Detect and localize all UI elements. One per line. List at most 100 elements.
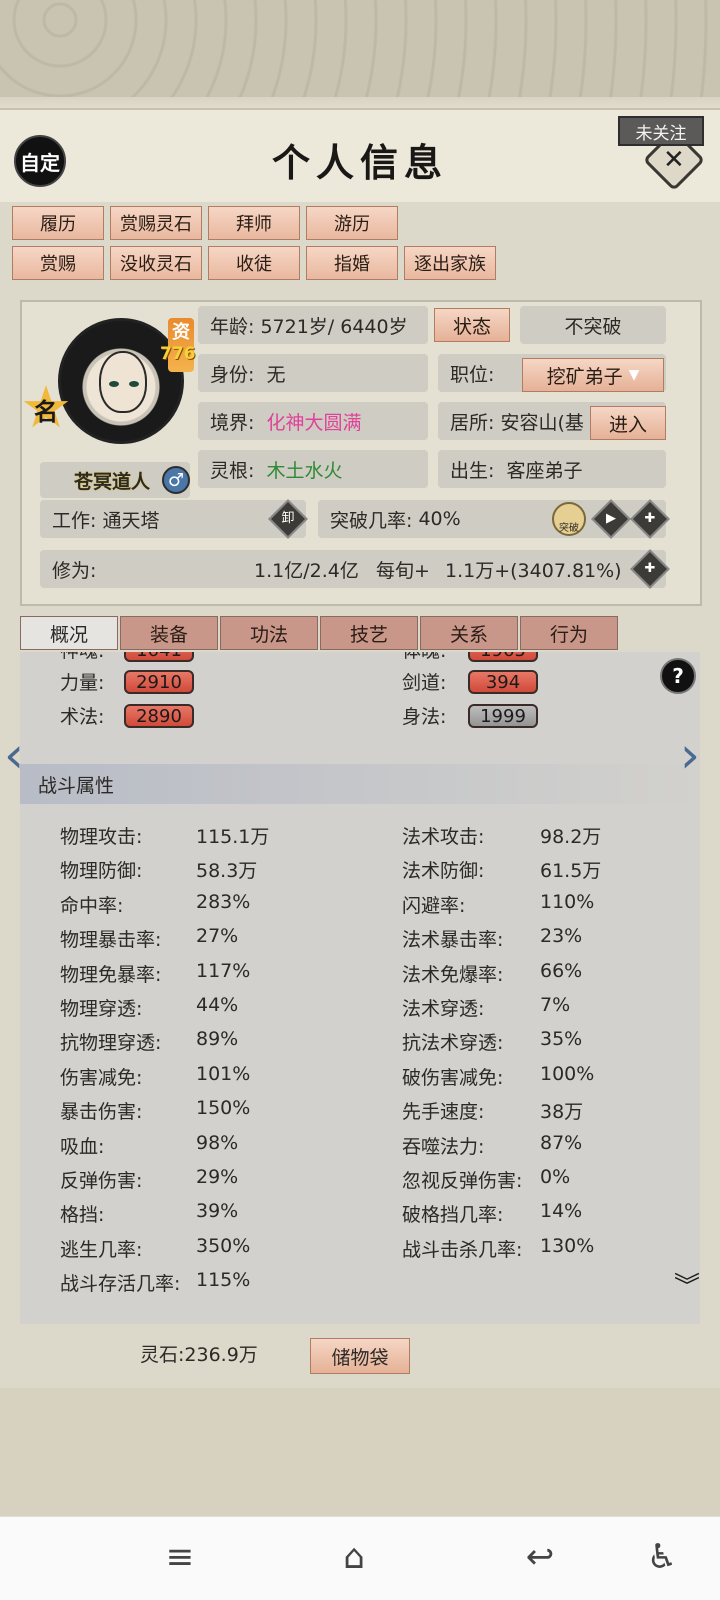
cultivation-label: 修为: xyxy=(52,559,97,582)
attr-value: 1641 xyxy=(124,652,194,662)
attr-label: 剑道: xyxy=(402,672,447,694)
residence-label: 居所: xyxy=(450,411,495,434)
combat-stat-label: 战斗存活几率: xyxy=(60,1273,181,1295)
combat-stat-value: 283% xyxy=(196,891,251,913)
arrange-marriage-button[interactable]: 指婚 xyxy=(306,246,398,280)
combat-stat-label: 暴击伤害: xyxy=(60,1101,143,1123)
combat-stat-value: 29% xyxy=(196,1166,239,1188)
combat-stat-label: 忽视反弹伤害: xyxy=(402,1170,523,1192)
work-cell: 工作: 通天塔 xyxy=(40,500,306,538)
eye-icon xyxy=(129,381,139,387)
enter-button[interactable]: 进入 xyxy=(590,406,666,440)
combat-stat-label: 逃生几率: xyxy=(60,1239,143,1261)
cultivation-cell: 修为: 1.1亿/2.4亿 每旬+ 1.1万+(3407.81%) xyxy=(40,550,666,588)
combat-stat-label: 抗物理穿透: xyxy=(60,1032,162,1054)
combat-stat-value: 35% xyxy=(540,1028,583,1050)
take-master-button[interactable]: 拜师 xyxy=(208,206,300,240)
tab-overview[interactable]: 概况 xyxy=(20,616,118,650)
take-disciple-button[interactable]: 收徒 xyxy=(208,246,300,280)
combat-stat-label: 破伤害减免: xyxy=(402,1067,504,1089)
combat-stat-value: 110% xyxy=(540,891,595,913)
stone-value: 236.9万 xyxy=(184,1344,258,1366)
combat-stat-label: 抗法术穿透: xyxy=(402,1032,504,1054)
age-label: 年龄: xyxy=(210,315,255,338)
resume-button[interactable]: 履历 xyxy=(12,206,104,240)
stone-label: 灵石: xyxy=(140,1344,185,1366)
birth-cell: 出生: 客座弟子 xyxy=(438,450,666,488)
accessibility-icon[interactable]: ♿ xyxy=(642,1537,682,1577)
combat-stat-value: 98.2万 xyxy=(540,826,602,848)
attr-value: 1965 xyxy=(468,652,538,662)
eye-icon xyxy=(109,381,119,387)
combat-stat-value: 61.5万 xyxy=(540,860,602,882)
root-cell: 灵根: 木土水火 xyxy=(198,450,428,488)
combat-stat-value: 58.3万 xyxy=(196,860,258,882)
reward-stone-button[interactable]: 赏赐灵石 xyxy=(110,206,202,240)
combat-stat-label: 物理防御: xyxy=(60,860,143,882)
avatar-face xyxy=(99,351,147,413)
work-value: 通天塔 xyxy=(102,509,160,532)
chevron-down-icon: ▼ xyxy=(628,367,640,383)
per-tick-label: 每旬+ xyxy=(376,559,430,582)
character-name: 苍冥道人 xyxy=(74,470,151,493)
combat-stat-label: 法术穿透: xyxy=(402,998,485,1020)
residence-value: 安容山(基 xyxy=(500,411,584,434)
home-icon[interactable]: ⌂ xyxy=(334,1537,374,1577)
position-dropdown[interactable]: 挖矿弟子 ▼ xyxy=(522,358,664,392)
combat-stat-value: 117% xyxy=(196,960,251,982)
expel-family-button[interactable]: 逐出家族 xyxy=(404,246,496,280)
work-label: 工作: xyxy=(52,509,97,532)
scroll-down-icon[interactable]: ︾ xyxy=(674,1274,700,1300)
follow-button[interactable]: 未关注 xyxy=(618,116,704,146)
combat-stat-value: 101% xyxy=(196,1063,251,1085)
prev-arrow-icon[interactable]: ‹ xyxy=(4,726,24,784)
cultivation-value: 1.1亿/2.4亿 xyxy=(254,559,359,582)
breakthrough-mode[interactable]: 不突破 xyxy=(520,306,666,344)
combat-stat-label: 法术防御: xyxy=(402,860,485,882)
combat-stat-label: 物理穿透: xyxy=(60,998,143,1020)
combat-stat-value: 115.1万 xyxy=(196,826,270,848)
identity-cell: 身份: 无 xyxy=(198,354,428,392)
combat-stat-label: 物理免暴率: xyxy=(60,964,162,986)
combat-stat-value: 38万 xyxy=(540,1101,584,1123)
close-icon: ✕ xyxy=(663,144,685,175)
tab-crafts[interactable]: 技艺 xyxy=(320,616,418,650)
attr-value: 394 xyxy=(468,670,538,694)
combat-stat-value: 87% xyxy=(540,1132,583,1154)
age-value: 5721岁/ 6440岁 xyxy=(260,315,408,338)
confiscate-stone-button[interactable]: 没收灵石 xyxy=(110,246,202,280)
combat-stat-value: 98% xyxy=(196,1132,239,1154)
help-icon[interactable]: ? xyxy=(660,658,696,694)
reward-button[interactable]: 赏赐 xyxy=(12,246,104,280)
male-icon: ♂ xyxy=(162,466,190,494)
root-label: 灵根: xyxy=(210,459,255,482)
combat-stat-label: 先手速度: xyxy=(402,1101,485,1123)
travel-button[interactable]: 游历 xyxy=(306,206,398,240)
tab-equipment[interactable]: 装备 xyxy=(120,616,218,650)
tab-behavior[interactable]: 行为 xyxy=(520,616,618,650)
attr-value: 2910 xyxy=(124,670,194,694)
combat-stat-value: 44% xyxy=(196,994,239,1016)
combat-stat-label: 物理攻击: xyxy=(60,826,143,848)
storage-bag-button[interactable]: 储物袋 xyxy=(310,1338,410,1374)
next-arrow-icon[interactable]: › xyxy=(680,726,700,784)
combat-stat-value: 66% xyxy=(540,960,583,982)
tab-skills[interactable]: 功法 xyxy=(220,616,318,650)
attr-label: 身法: xyxy=(402,706,447,728)
combat-stat-label: 格挡: xyxy=(60,1204,105,1226)
panel-header: 自定 个人信息 ✕ xyxy=(0,110,720,202)
status-button[interactable]: 状态 xyxy=(434,308,510,342)
back-icon[interactable]: ↩ xyxy=(520,1537,560,1577)
attr-label: 体魄: xyxy=(402,652,446,663)
combat-stat-value: 39% xyxy=(196,1200,239,1222)
combat-stat-label: 吞噬法力: xyxy=(402,1136,485,1158)
tab-relations[interactable]: 关系 xyxy=(420,616,518,650)
realm-value: 化神大圆满 xyxy=(266,411,362,434)
combat-stat-label: 伤害减免: xyxy=(60,1067,143,1089)
overview-content[interactable]: 神魂: 1641 体魄: 1965 力量: 2910 剑道: 394 术法: 2… xyxy=(20,652,700,1324)
identity-label: 身份: xyxy=(210,363,255,386)
combat-stat-value: 89% xyxy=(196,1028,239,1050)
breakthrough-icon[interactable]: 突破 xyxy=(552,502,586,536)
menu-icon[interactable]: ≡ xyxy=(160,1537,200,1577)
age-cell: 年龄: 5721岁/ 6440岁 xyxy=(198,306,428,344)
